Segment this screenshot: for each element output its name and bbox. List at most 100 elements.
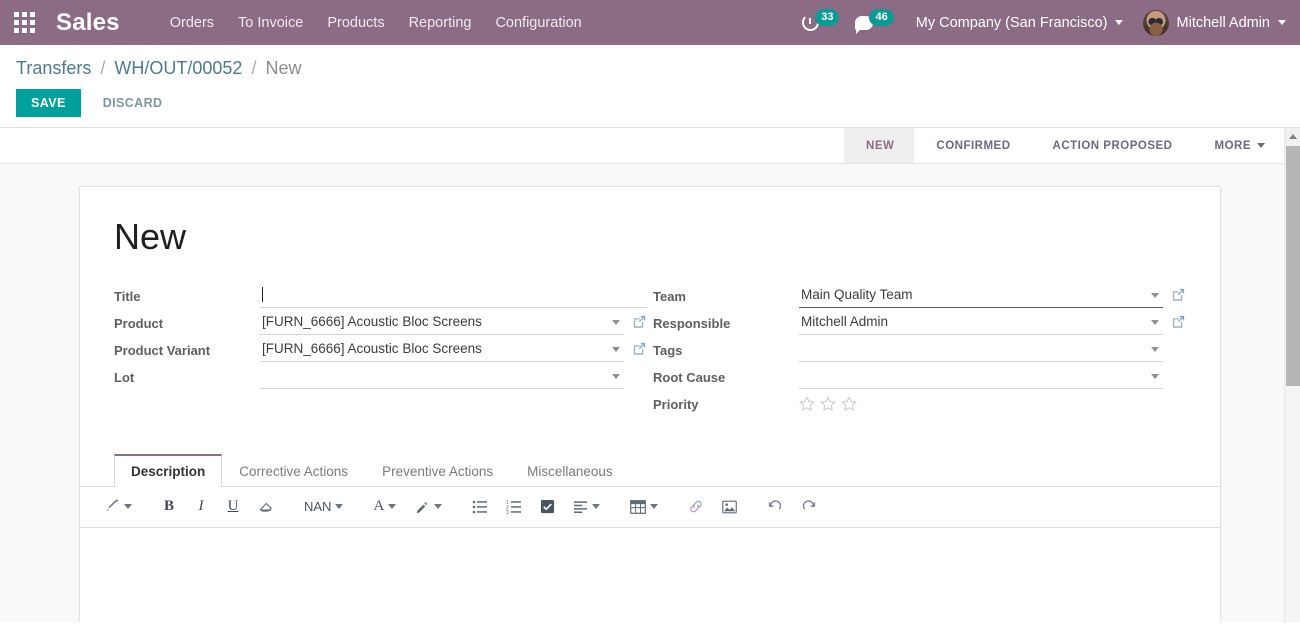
field-label-tags: Tags xyxy=(653,342,683,358)
align-icon[interactable] xyxy=(568,495,605,519)
chevron-up-icon xyxy=(1288,134,1297,139)
status-confirmed[interactable]: CONFIRMED xyxy=(914,128,1031,163)
chevron-down-icon[interactable] xyxy=(612,373,620,379)
tags-input[interactable] xyxy=(799,337,1163,362)
magic-wand-icon[interactable] xyxy=(100,495,137,519)
tab-preventive-actions[interactable]: Preventive Actions xyxy=(365,454,510,487)
chevron-down-icon xyxy=(434,504,443,510)
vertical-scrollbar[interactable] xyxy=(1284,128,1300,622)
user-menu[interactable]: Mitchell Admin xyxy=(1131,9,1288,36)
responsible-input[interactable]: Mitchell Admin xyxy=(799,310,1163,335)
underline-icon[interactable]: U xyxy=(221,495,245,519)
star-icon[interactable] xyxy=(841,395,857,412)
status-more-dropdown[interactable]: MORE xyxy=(1192,128,1275,163)
tab-description[interactable]: Description xyxy=(114,453,223,487)
company-switcher[interactable]: My Company (San Francisco) xyxy=(902,15,1131,31)
chevron-down-icon[interactable] xyxy=(1151,319,1159,325)
apps-grid-icon[interactable] xyxy=(14,11,36,34)
redo-icon[interactable] xyxy=(796,495,822,519)
menu-item-configuration[interactable]: Configuration xyxy=(483,9,593,37)
status-action-proposed[interactable]: ACTION PROPOSED xyxy=(1030,128,1193,163)
chevron-down-icon[interactable] xyxy=(1151,292,1159,298)
field-row-priority: Priority xyxy=(653,391,1186,418)
undo-icon[interactable] xyxy=(762,495,788,519)
product-input[interactable]: [FURN_6666] Acoustic Bloc Screens xyxy=(260,310,624,335)
field-control-product-variant: [FURN_6666] Acoustic Bloc Screens xyxy=(260,337,647,362)
notebook: Description Corrective Actions Preventiv… xyxy=(80,453,1220,622)
title-input[interactable] xyxy=(260,283,647,308)
product-variant-value: [FURN_6666] Acoustic Bloc Screens xyxy=(262,340,482,356)
eraser-icon[interactable] xyxy=(253,495,279,519)
team-input[interactable]: Main Quality Team xyxy=(799,283,1163,308)
menu-item-to-invoice[interactable]: To Invoice xyxy=(226,9,315,37)
priority-stars xyxy=(799,391,857,412)
status-bar: NEW CONFIRMED ACTION PROPOSED MORE xyxy=(844,128,1275,163)
field-control-title xyxy=(260,283,647,308)
root-cause-input[interactable] xyxy=(799,364,1163,389)
image-icon[interactable] xyxy=(717,495,742,519)
chevron-down-icon xyxy=(1114,20,1123,25)
description-editor[interactable] xyxy=(80,527,1220,622)
field-control-team: Main Quality Team xyxy=(799,283,1186,308)
breadcrumb-item-record[interactable]: WH/OUT/00052 xyxy=(114,58,242,78)
field-label-team: Team xyxy=(653,288,686,304)
product-variant-input[interactable]: [FURN_6666] Acoustic Bloc Screens xyxy=(260,337,624,362)
field-row-responsible: Responsible Mitchell Admin xyxy=(653,310,1186,337)
star-icon[interactable] xyxy=(820,395,836,412)
table-icon[interactable] xyxy=(625,495,663,519)
menu-item-orders[interactable]: Orders xyxy=(158,9,226,37)
link-icon[interactable] xyxy=(683,495,709,519)
product-value: [FURN_6666] Acoustic Bloc Screens xyxy=(262,313,482,329)
background-color-icon[interactable] xyxy=(409,495,447,519)
form-group-right: Team Main Quality Team Responsible Mitch… xyxy=(653,283,1186,418)
activities-menu[interactable]: 33 xyxy=(794,9,847,31)
chevron-down-icon[interactable] xyxy=(1151,346,1159,352)
chevron-down-icon[interactable] xyxy=(612,346,620,352)
statusbar-row: NEW CONFIRMED ACTION PROPOSED MORE xyxy=(0,128,1300,164)
breadcrumb-item-transfers[interactable]: Transfers xyxy=(16,58,91,78)
discard-button[interactable]: DISCARD xyxy=(89,89,177,117)
external-link-icon[interactable] xyxy=(1171,314,1186,329)
save-button[interactable]: SAVE xyxy=(16,89,81,117)
breadcrumb-separator: / xyxy=(100,58,106,78)
chevron-down-icon xyxy=(124,504,132,510)
text-color-icon[interactable]: A xyxy=(368,495,401,519)
tab-miscellaneous[interactable]: Miscellaneous xyxy=(510,454,630,487)
font-size-dropdown[interactable]: NAN xyxy=(299,495,348,519)
chevron-down-icon xyxy=(388,504,397,510)
team-value: Main Quality Team xyxy=(801,286,913,302)
menu-item-reporting[interactable]: Reporting xyxy=(397,9,484,37)
external-link-icon[interactable] xyxy=(1171,287,1186,302)
field-row-product-variant: Product Variant [FURN_6666] Acoustic Blo… xyxy=(114,337,647,364)
chevron-down-icon[interactable] xyxy=(612,319,620,325)
app-brand-sales[interactable]: Sales xyxy=(56,9,120,37)
scrollbar-thumb[interactable] xyxy=(1286,146,1300,386)
field-control-responsible: Mitchell Admin xyxy=(799,310,1186,335)
menu-item-products[interactable]: Products xyxy=(315,9,396,37)
status-new[interactable]: NEW xyxy=(844,128,915,163)
chevron-down-icon xyxy=(1257,143,1265,148)
checklist-icon[interactable] xyxy=(535,495,560,519)
field-control-root-cause xyxy=(799,364,1186,389)
field-row-team: Team Main Quality Team xyxy=(653,283,1186,310)
chevron-down-icon xyxy=(592,504,601,510)
chevron-down-icon[interactable] xyxy=(1151,373,1159,379)
messages-menu[interactable]: 46 xyxy=(847,9,901,34)
bold-icon[interactable]: B xyxy=(157,495,181,519)
tab-corrective-actions[interactable]: Corrective Actions xyxy=(222,454,365,487)
chevron-down-icon xyxy=(1278,20,1286,25)
scroll-up-button[interactable] xyxy=(1285,128,1300,145)
field-label-title: Title xyxy=(114,288,141,304)
lot-input[interactable] xyxy=(260,364,624,389)
external-link-icon[interactable] xyxy=(632,314,647,329)
field-label-product: Product xyxy=(114,315,164,331)
numbered-list-icon[interactable]: 123 xyxy=(501,495,527,519)
field-label-lot: Lot xyxy=(114,369,135,385)
field-label-product-variant: Product Variant xyxy=(114,342,211,358)
external-link-icon[interactable] xyxy=(632,341,647,356)
italic-icon[interactable]: I xyxy=(189,495,213,519)
bullet-list-icon[interactable] xyxy=(467,495,493,519)
svg-text:3: 3 xyxy=(506,510,509,514)
star-icon[interactable] xyxy=(799,395,815,412)
chevron-down-icon xyxy=(650,504,659,510)
